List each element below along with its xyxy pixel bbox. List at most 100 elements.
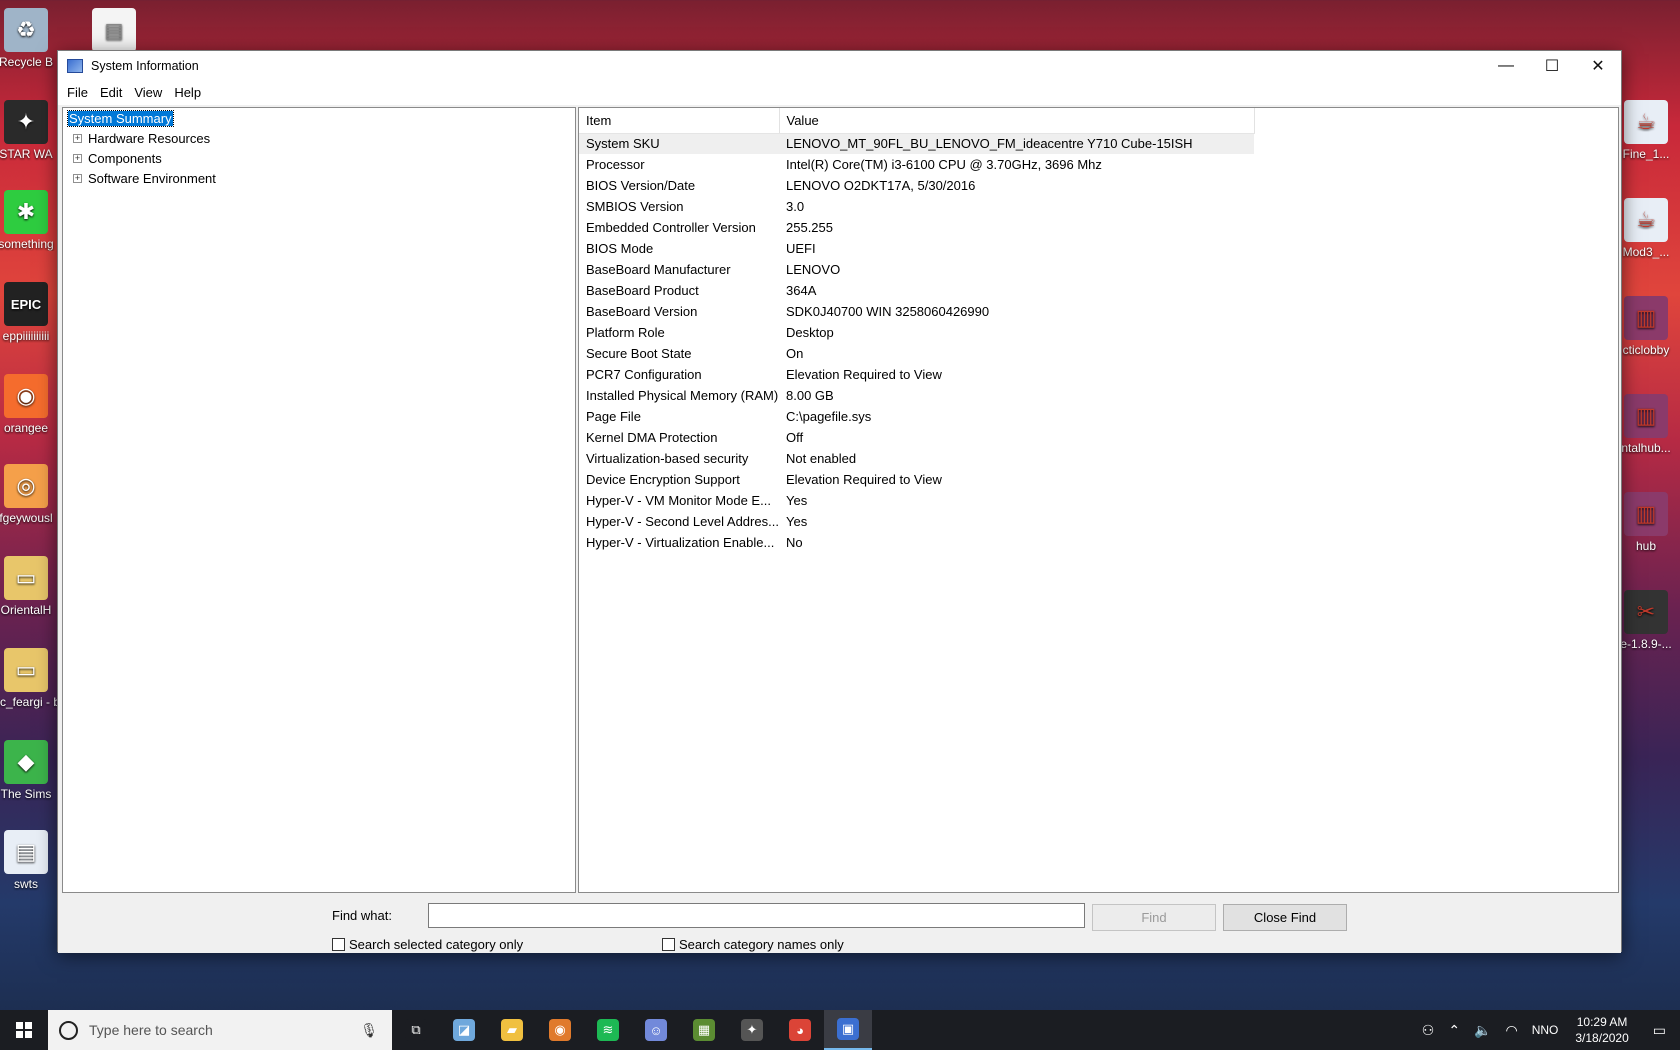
- volume-icon[interactable]: 🔈: [1467, 1022, 1498, 1039]
- details-item-cell: Virtualization-based security: [586, 451, 749, 466]
- details-pane[interactable]: Item Value System SKU LENOVO_MT_90FL_BU_L…: [578, 107, 1619, 893]
- clock[interactable]: 10:29 AM 3/18/2020: [1565, 1014, 1638, 1046]
- details-row[interactable]: Platform Role Desktop: [579, 322, 1254, 343]
- microphone-icon[interactable]: 🎙: [360, 1022, 378, 1039]
- find-button[interactable]: Find: [1092, 904, 1216, 931]
- details-row[interactable]: SMBIOS Version 3.0: [579, 196, 1254, 217]
- taskbar-app[interactable]: ≋: [584, 1010, 632, 1050]
- taskbar-search-box[interactable]: Type here to search 🎙: [48, 1010, 392, 1050]
- notification-icon[interactable]: ▭: [1639, 1022, 1680, 1039]
- system-information-window: System Information — ☐ ✕ File Edit View …: [57, 50, 1622, 953]
- search-category-names-label: Search category names only: [679, 937, 844, 952]
- folder-icon: ▭: [4, 648, 48, 692]
- desktop-shortcut[interactable]: EPIC eppiiiiiiiiii: [0, 282, 62, 343]
- column-header-item[interactable]: Item: [579, 108, 780, 134]
- details-row[interactable]: Kernel DMA Protection Off: [579, 427, 1254, 448]
- details-row[interactable]: BaseBoard Manufacturer LENOVO: [579, 259, 1254, 280]
- desktop-shortcut-label: Recycle B: [0, 55, 54, 69]
- origin-icon: ◉: [4, 374, 48, 418]
- desktop-shortcut[interactable]: ◎ fgeywousl: [0, 464, 62, 525]
- recycle-bin-icon: ♻: [4, 8, 48, 52]
- network-icon[interactable]: ◠: [1498, 1022, 1524, 1039]
- taskbar-app[interactable]: ▣: [824, 1010, 872, 1050]
- taskbar-app[interactable]: ▰: [488, 1010, 536, 1050]
- details-row[interactable]: Secure Boot State On: [579, 343, 1254, 364]
- details-row[interactable]: Page File C:\pagefile.sys: [579, 406, 1254, 427]
- details-row[interactable]: Installed Physical Memory (RAM) 8.00 GB: [579, 385, 1254, 406]
- expand-plus-icon[interactable]: +: [73, 173, 82, 183]
- details-row[interactable]: Processor Intel(R) Core(TM) i3-6100 CPU @…: [579, 154, 1254, 175]
- close-find-button[interactable]: Close Find: [1223, 904, 1347, 931]
- details-row[interactable]: Hyper-V - Second Level Addres... Yes: [579, 511, 1254, 532]
- details-value-cell: 255.255: [786, 220, 833, 235]
- taskbar-app[interactable]: ✦: [728, 1010, 776, 1050]
- desktop-text-file[interactable]: ▤: [78, 8, 150, 55]
- menu-edit[interactable]: Edit: [94, 85, 128, 100]
- taskbar-app[interactable]: ◉: [536, 1010, 584, 1050]
- details-row[interactable]: BaseBoard Version SDK0J40700 WIN 32580604…: [579, 301, 1254, 322]
- details-row[interactable]: BIOS Mode UEFI: [579, 238, 1254, 259]
- taskbar-app[interactable]: ◕: [776, 1010, 824, 1050]
- details-item-cell: SMBIOS Version: [586, 199, 684, 214]
- checkbox-box[interactable]: [662, 938, 675, 951]
- expand-plus-icon[interactable]: +: [73, 133, 82, 143]
- chevron-up-icon[interactable]: ⌃: [1441, 1022, 1467, 1039]
- system-information-icon: ▣: [837, 1018, 859, 1040]
- details-row[interactable]: BaseBoard Product 364A: [579, 280, 1254, 301]
- tree-item[interactable]: + Software Environment: [63, 168, 575, 188]
- tree-item-label: Hardware Resources: [88, 130, 211, 146]
- epic-games-icon: EPIC: [4, 282, 48, 326]
- minecraft-icon: ▦: [693, 1019, 715, 1041]
- search-selected-category-checkbox[interactable]: Search selected category only: [332, 937, 523, 952]
- close-button[interactable]: ✕: [1575, 51, 1621, 81]
- details-value-cell: On: [786, 346, 804, 361]
- taskbar-app[interactable]: ☺: [632, 1010, 680, 1050]
- desktop-shortcut[interactable]: ▤ swts: [0, 830, 62, 891]
- notes-app-icon: ◪: [453, 1019, 475, 1041]
- desktop-shortcut[interactable]: ▭ mc_feargi - bedwars: [0, 648, 62, 709]
- menu-file[interactable]: File: [61, 85, 94, 100]
- details-row[interactable]: Virtualization-based security Not enabled: [579, 448, 1254, 469]
- groove-music-icon: ◉: [549, 1019, 571, 1041]
- checkbox-box[interactable]: [332, 938, 345, 951]
- taskbar-app[interactable]: ⧉: [392, 1010, 440, 1050]
- desktop-shortcut-label: swts: [14, 877, 38, 891]
- desktop-shortcut[interactable]: ✦ STAR WA: [0, 100, 62, 161]
- desktop-shortcut[interactable]: ✱ something: [0, 190, 62, 251]
- windows-logo-icon: [16, 1022, 32, 1038]
- details-row[interactable]: Hyper-V - Virtualization Enable... No: [579, 532, 1254, 553]
- taskbar-app[interactable]: ◪: [440, 1010, 488, 1050]
- details-row[interactable]: BIOS Version/Date LENOVO O2DKT17A, 5/30/2…: [579, 175, 1254, 196]
- details-value-cell: 8.00 GB: [786, 388, 834, 403]
- desktop-shortcut[interactable]: ◉ orangee: [0, 374, 62, 435]
- tree-item[interactable]: + Components: [63, 148, 575, 168]
- category-tree[interactable]: System Summary + Hardware Resources + Compon…: [62, 107, 576, 893]
- find-what-input[interactable]: [428, 903, 1085, 928]
- details-row[interactable]: Hyper-V - VM Monitor Mode E... Yes: [579, 490, 1254, 511]
- winrar-archive-icon: ▥: [1624, 492, 1668, 536]
- expand-plus-icon[interactable]: +: [73, 153, 82, 163]
- taskbar-app[interactable]: ▦: [680, 1010, 728, 1050]
- menu-help[interactable]: Help: [168, 85, 207, 100]
- menu-view[interactable]: View: [128, 85, 168, 100]
- people-icon[interactable]: ⚇: [1415, 1022, 1442, 1039]
- column-header-value[interactable]: Value: [779, 108, 1255, 134]
- details-row[interactable]: System SKU LENOVO_MT_90FL_BU_LENOVO_FM_id…: [579, 133, 1254, 154]
- tree-item[interactable]: + Hardware Resources: [63, 128, 575, 148]
- title-bar[interactable]: System Information — ☐ ✕: [58, 51, 1621, 81]
- desktop-shortcut[interactable]: ◆ The Sims: [0, 740, 62, 801]
- language-indicator[interactable]: NNO: [1525, 1023, 1566, 1037]
- details-row[interactable]: Embedded Controller Version 255.255: [579, 217, 1254, 238]
- desktop-shortcut[interactable]: ▭ OrientalH: [0, 556, 62, 617]
- search-category-names-checkbox[interactable]: Search category names only: [662, 937, 844, 952]
- desktop-shortcut[interactable]: ♻ Recycle B: [0, 8, 62, 69]
- text-file-icon: ▤: [92, 8, 136, 52]
- start-button[interactable]: [0, 1010, 48, 1050]
- details-row[interactable]: PCR7 Configuration Elevation Required to …: [579, 364, 1254, 385]
- details-item-cell: Hyper-V - VM Monitor Mode E...: [586, 493, 771, 508]
- cortana-icon: [59, 1020, 78, 1040]
- tree-item[interactable]: System Summary: [63, 108, 575, 128]
- minimize-button[interactable]: —: [1483, 51, 1529, 81]
- details-row[interactable]: Device Encryption Support Elevation Requi…: [579, 469, 1254, 490]
- maximize-button[interactable]: ☐: [1529, 51, 1575, 81]
